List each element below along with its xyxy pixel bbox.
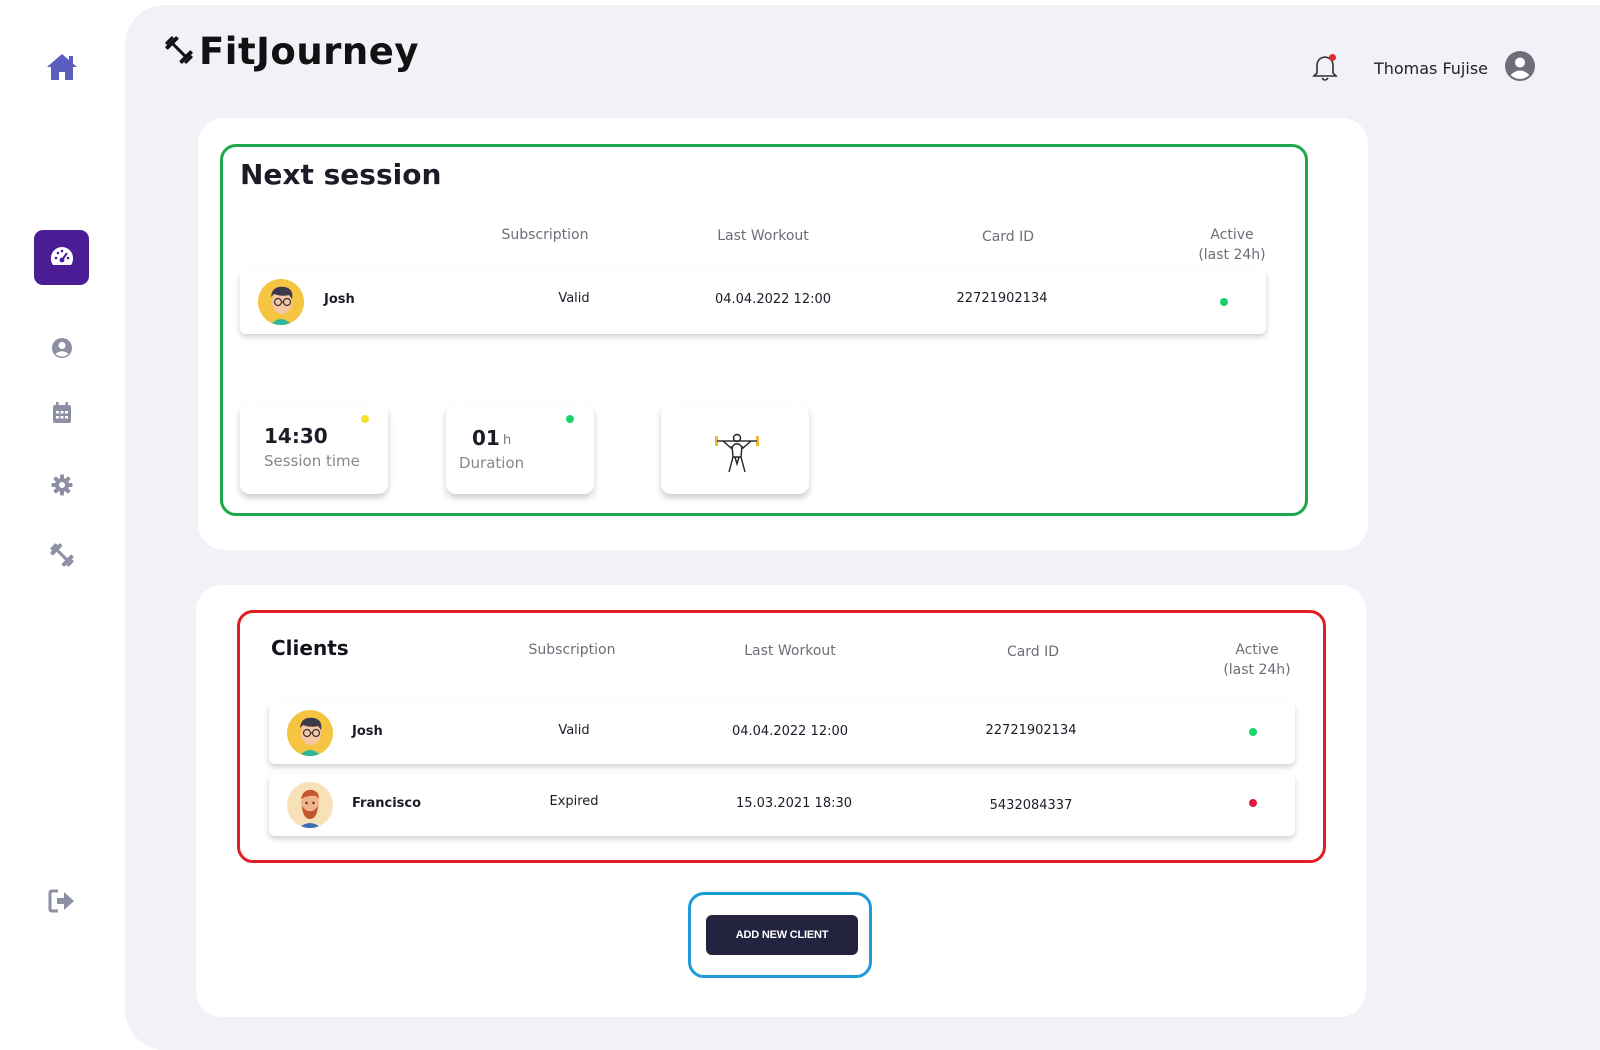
duration-status-dot [566,415,574,423]
sidebar [0,0,122,1050]
column-header-card-id: Card ID [981,229,1035,245]
client-subscription: Valid [558,723,590,738]
user-name[interactable]: Thomas Fujise [1374,59,1488,78]
next-session-client-row[interactable]: Josh Valid 04.04.2022 12:00 22721902134 [240,270,1266,334]
duration-value: 01 [472,426,500,450]
column-header-last-workout: Last Workout [717,228,809,244]
clients-column-header-last-workout: Last Workout [744,643,836,659]
clients-column-header-active: Active (last 24h) [1217,640,1297,680]
notification-dot [1328,54,1336,61]
active-status-dot [1220,298,1228,306]
column-header-subscription: Subscription [501,227,589,243]
column-header-active-line1: Active [1210,227,1254,243]
calendar-icon[interactable] [47,398,77,428]
client-subscription: Expired [549,794,599,809]
active-status-dot [1249,728,1257,736]
app-logo[interactable]: FitJourney [163,30,419,73]
user-area: Thomas Fujise [1312,50,1536,86]
client-last-workout: 15.03.2021 18:30 [735,796,853,811]
dashboard-icon [48,244,76,272]
client-subscription: Valid [558,291,590,306]
duration-tile: 01 h Duration [446,404,594,494]
session-time-status-dot [361,415,369,423]
clients-title: Clients [271,636,349,660]
client-card-id: 5432084337 [989,798,1073,813]
column-header-active-line2: (last 24h) [1198,247,1266,263]
session-time-tile: 14:30 Session time [240,404,388,494]
client-card-id: 22721902134 [985,723,1077,738]
dumbbell-icon[interactable] [47,540,77,570]
table-row[interactable]: Francisco Expired 15.03.2021 18:30 54320… [269,774,1295,836]
inactive-status-dot [1249,799,1257,807]
workout-type-tile[interactable] [661,404,809,494]
duration-label: Duration [459,454,525,472]
client-name: Josh [352,724,383,739]
client-name: Francisco [352,796,422,811]
logout-icon[interactable] [47,886,77,916]
session-time-value: 14:30 [264,424,328,448]
client-name: Josh [324,292,355,307]
clients-column-header-card-id: Card ID [1006,644,1060,660]
add-new-client-button[interactable]: ADD NEW CLIENT [706,915,858,955]
client-last-workout: 04.04.2022 12:00 [714,292,832,307]
client-card-id: 22721902134 [956,291,1048,306]
dashboard-nav-button[interactable] [34,230,89,285]
session-time-label: Session time [264,452,360,470]
settings-icon[interactable] [47,470,77,500]
weightlifter-icon [713,426,761,478]
home-icon[interactable] [45,50,79,84]
dumbbell-logo-icon [163,34,195,70]
user-avatar-icon[interactable] [1504,50,1536,86]
clients-column-header-active-line1: Active [1235,642,1279,658]
client-last-workout: 04.04.2022 12:00 [731,724,849,739]
client-avatar-josh [287,710,333,756]
duration-unit: h [503,433,512,448]
app-name: FitJourney [199,30,419,73]
clients-column-header-active-line2: (last 24h) [1223,662,1291,678]
table-row[interactable]: Josh Valid 04.04.2022 12:00 22721902134 [269,702,1295,764]
notification-bell-icon[interactable] [1312,54,1338,82]
user-icon[interactable] [47,333,77,363]
client-avatar-josh [258,279,304,325]
next-session-title: Next session [240,158,442,191]
column-header-active: Active (last 24h) [1192,225,1272,265]
clients-column-header-subscription: Subscription [528,642,616,658]
client-avatar-francisco [287,782,333,828]
